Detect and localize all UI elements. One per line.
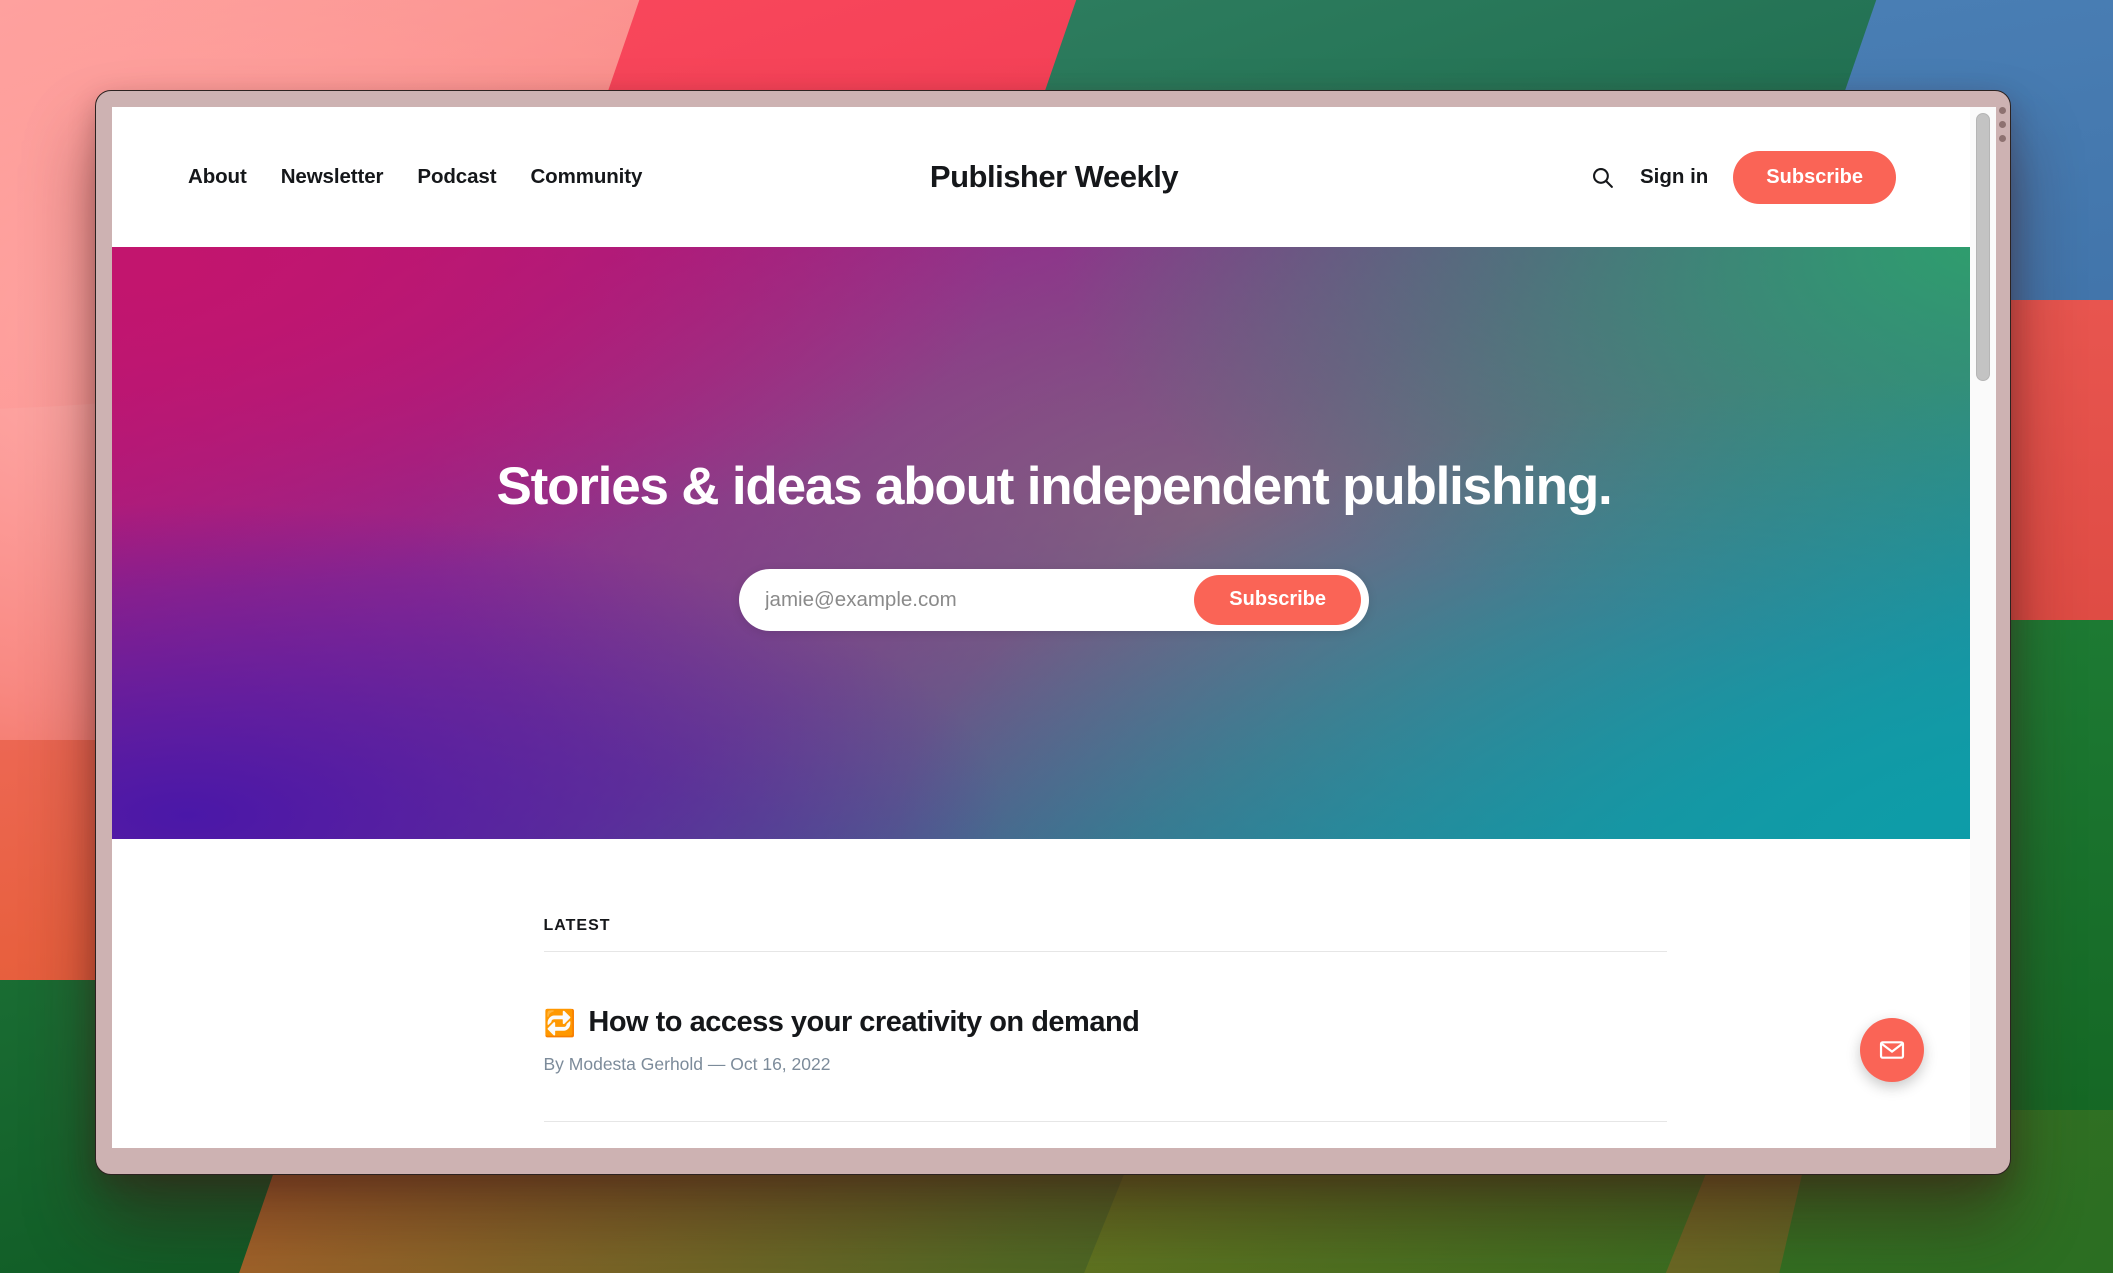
hero-signup-form: Subscribe (739, 568, 1369, 631)
subscribe-button-header[interactable]: Subscribe (1733, 150, 1896, 204)
nav-item-about[interactable]: About (188, 165, 247, 189)
nav-item-newsletter[interactable]: Newsletter (281, 165, 384, 189)
grip-dot (1999, 135, 2006, 142)
post-meta: By Modesta Gerhold — Oct 16, 2022 (543, 1054, 831, 1074)
primary-navigation: About Newsletter Podcast Community (188, 165, 642, 189)
post-list-item[interactable]: 🔁 How to access your creativity on deman… (544, 952, 1667, 1121)
repeat-icon: 🔁 (543, 1007, 576, 1038)
vertical-scrollbar[interactable] (1970, 107, 1996, 1148)
nav-item-community[interactable]: Community (530, 165, 642, 189)
content-container: LATEST 🔁 How to access your creativity o… (442, 917, 1667, 1122)
post-title[interactable]: 🔁 How to access your creativity on deman… (544, 1006, 1667, 1039)
scrollbar-thumb[interactable] (1976, 113, 1990, 381)
grip-dot (1999, 107, 2006, 114)
latest-posts-section: LATEST 🔁 How to access your creativity o… (112, 839, 1996, 1122)
header-actions: Sign in Subscribe (1590, 150, 1952, 204)
nav-item-podcast[interactable]: Podcast (417, 165, 496, 189)
hero-title: Stories & ideas about independent publis… (496, 456, 1612, 516)
search-icon[interactable] (1590, 165, 1615, 190)
section-label-latest: LATEST (543, 917, 611, 934)
grip-dot (1999, 121, 2006, 128)
window-resize-grip[interactable] (1999, 107, 2006, 142)
site-header: About Newsletter Podcast Community Publi… (112, 107, 1996, 247)
page-viewport: About Newsletter Podcast Community Publi… (112, 107, 1996, 1148)
post-title-text: How to access your creativity on demand (588, 1006, 1140, 1038)
portal-subscribe-button[interactable] (1860, 1018, 1924, 1082)
email-input[interactable] (739, 568, 1195, 631)
sign-in-link[interactable]: Sign in (1640, 165, 1708, 189)
subscribe-button-hero[interactable]: Subscribe (1194, 574, 1361, 625)
divider (543, 1121, 1667, 1122)
hero-section: Stories & ideas about independent publis… (112, 247, 1996, 839)
browser-window: About Newsletter Podcast Community Publi… (95, 90, 2011, 1175)
